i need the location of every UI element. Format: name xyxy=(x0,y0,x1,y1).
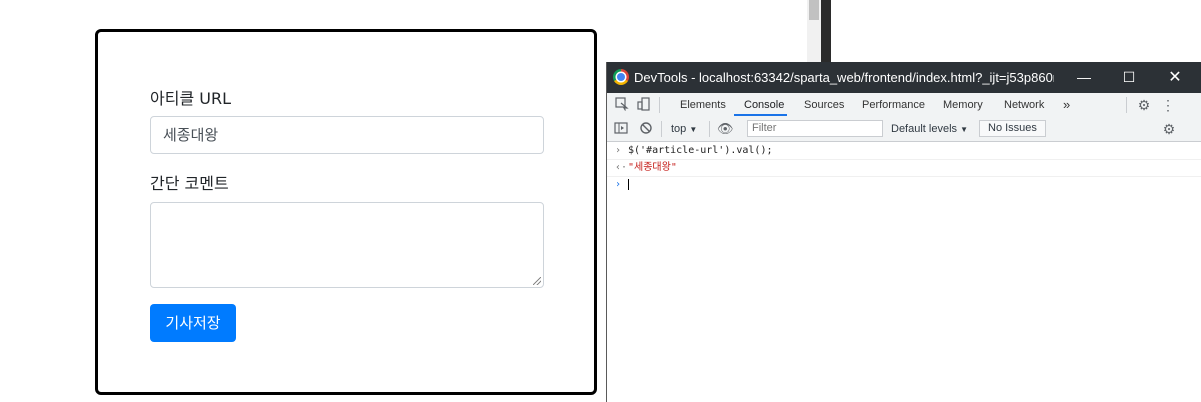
tab-memory[interactable]: Memory xyxy=(941,93,985,117)
console-prompt-input[interactable] xyxy=(628,176,629,193)
prompt-chevron-icon: › xyxy=(615,179,622,190)
comment-textarea[interactable] xyxy=(150,202,544,288)
tab-performance[interactable]: Performance xyxy=(860,93,927,117)
inspect-element-icon[interactable] xyxy=(614,97,630,113)
resize-handle-icon[interactable] xyxy=(533,277,541,285)
dropdown-arrow-icon: ▼ xyxy=(960,125,969,134)
console-output-entry: ‹· "세종대왕" xyxy=(607,159,1201,177)
console-prompt[interactable]: › xyxy=(607,176,1201,193)
dropdown-arrow-icon: ▼ xyxy=(689,125,698,134)
tab-elements[interactable]: Elements xyxy=(678,93,728,117)
live-expression-eye-icon[interactable]: 👁 xyxy=(717,121,734,137)
article-url-input[interactable]: 세종대왕 xyxy=(150,116,544,154)
chevron-left-icon: ‹· xyxy=(615,162,628,173)
devtools-window: DevTools - localhost:63342/sparta_web/fr… xyxy=(606,62,1201,402)
save-article-button[interactable]: 기사저장 xyxy=(150,304,236,342)
console-command: $('#article-url').val(); xyxy=(628,145,773,156)
chevron-right-icon: › xyxy=(615,145,622,156)
settings-gear-icon[interactable]: ⚙ xyxy=(1136,97,1152,113)
console-panel[interactable]: › $('#article-url').val(); ‹· "세종대왕" › xyxy=(607,142,1201,402)
devtools-tabbar: Elements Console Sources Performance Mem… xyxy=(607,93,1201,118)
console-settings-gear-icon[interactable]: ⚙ xyxy=(1161,121,1177,137)
article-url-label: 아티클 URL xyxy=(150,89,231,108)
console-toolbar: top ▼ 👁 Filter Default levels ▼ No Issue… xyxy=(607,117,1201,142)
issues-button[interactable]: No Issues xyxy=(979,120,1046,137)
tab-sources[interactable]: Sources xyxy=(802,93,846,117)
console-filter-input[interactable]: Filter xyxy=(747,120,883,137)
window-title: DevTools - localhost:63342/sparta_web/fr… xyxy=(634,70,1054,85)
clear-console-icon[interactable] xyxy=(638,121,654,137)
minimize-button[interactable]: — xyxy=(1061,62,1107,93)
maximize-button[interactable]: ☐ xyxy=(1106,62,1152,93)
context-selector[interactable]: top ▼ xyxy=(671,117,697,141)
device-toolbar-icon[interactable] xyxy=(636,97,652,113)
chrome-logo-icon xyxy=(613,69,629,85)
console-input-entry: › $('#article-url').val(); xyxy=(607,142,1201,160)
comment-label: 간단 코멘트 xyxy=(150,174,229,193)
article-form-card: 아티클 URL 세종대왕 간단 코멘트 기사저장 xyxy=(95,29,597,395)
kebab-menu-icon[interactable]: ⋮ xyxy=(1160,97,1176,113)
sidebar-toggle-icon[interactable] xyxy=(613,121,629,137)
more-tabs-icon[interactable]: » xyxy=(1061,93,1072,117)
active-tab-indicator xyxy=(734,114,787,116)
window-divider xyxy=(821,0,831,62)
log-levels-dropdown[interactable]: Default levels ▼ xyxy=(891,117,968,141)
console-result: "세종대왕" xyxy=(628,162,677,173)
devtools-titlebar[interactable]: DevTools - localhost:63342/sparta_web/fr… xyxy=(607,62,1201,93)
tab-network[interactable]: Network xyxy=(1002,93,1046,117)
page-scrollbar-thumb[interactable] xyxy=(809,0,819,20)
close-button[interactable]: ✕ xyxy=(1152,62,1198,93)
